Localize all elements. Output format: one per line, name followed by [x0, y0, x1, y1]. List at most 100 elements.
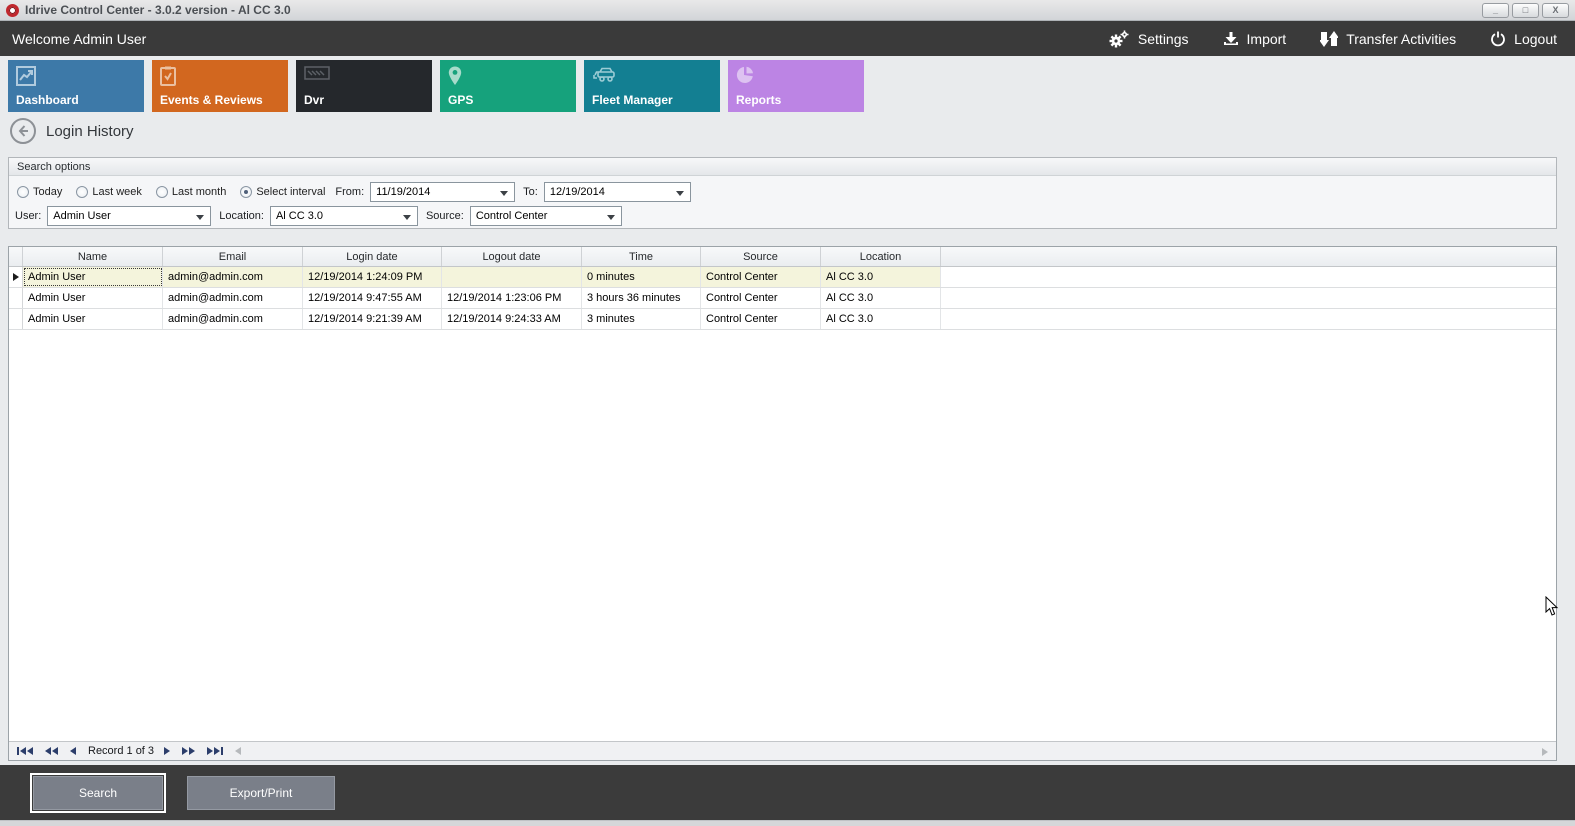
search-options-panel: Search options Today Last week Last mont… — [8, 157, 1557, 229]
first-record-button[interactable] — [17, 747, 33, 755]
app-logo-icon — [6, 4, 19, 17]
transfer-activities-button[interactable]: Transfer Activities — [1320, 30, 1456, 48]
table-row[interactable]: Admin User admin@admin.com 12/19/2014 1:… — [9, 267, 1556, 288]
tile-fleet-manager[interactable]: Fleet Manager — [584, 60, 720, 112]
cell-login-date[interactable]: 12/19/2014 9:21:39 AM — [303, 309, 442, 329]
record-navigator: Record 1 of 3 — [9, 741, 1556, 760]
next-page-button[interactable] — [182, 747, 195, 755]
user-value: Admin User — [53, 210, 110, 222]
close-button[interactable]: X — [1542, 3, 1569, 18]
radio-last-month-label: Last month — [172, 186, 226, 198]
search-button[interactable]: Search — [33, 776, 163, 810]
cell-login-date[interactable]: 12/19/2014 1:24:09 PM — [303, 267, 442, 287]
radio-today[interactable]: Today — [17, 186, 62, 198]
last-record-button[interactable] — [207, 747, 223, 755]
settings-button[interactable]: Settings — [1108, 30, 1189, 48]
tile-dashboard[interactable]: Dashboard — [8, 60, 144, 112]
hscroll-left-arrow[interactable] — [235, 747, 241, 755]
chevron-down-icon — [500, 191, 508, 196]
cell-email[interactable]: admin@admin.com — [163, 267, 303, 287]
cell-logout-date[interactable]: 12/19/2014 1:23:06 PM — [442, 288, 582, 308]
from-date-value: 11/19/2014 — [376, 186, 430, 198]
power-icon — [1490, 31, 1506, 47]
radio-today-icon — [17, 186, 29, 198]
from-label: From: — [335, 186, 364, 198]
grid-header-location[interactable]: Location — [821, 247, 941, 266]
cell-name[interactable]: Admin User — [23, 309, 163, 329]
chevron-down-icon — [607, 215, 615, 220]
tile-dvr[interactable]: Dvr — [296, 60, 432, 112]
cell-source[interactable]: Control Center — [701, 267, 821, 287]
grid-header-row: Name Email Login date Logout date Time S… — [9, 247, 1556, 267]
minimize-button[interactable]: _ — [1482, 3, 1509, 18]
search-options-header: Search options — [9, 158, 1556, 176]
cell-location[interactable]: Al CC 3.0 — [821, 267, 941, 287]
transfer-activities-label: Transfer Activities — [1346, 31, 1456, 47]
prev-page-button[interactable] — [45, 747, 58, 755]
record-counter: Record 1 of 3 — [88, 745, 154, 757]
cell-login-date[interactable]: 12/19/2014 9:47:55 AM — [303, 288, 442, 308]
from-date-picker[interactable]: 11/19/2014 — [370, 182, 515, 202]
back-button[interactable] — [10, 118, 36, 144]
location-value: Al CC 3.0 — [276, 210, 323, 222]
next-record-button[interactable] — [164, 747, 170, 755]
chart-line-icon — [16, 66, 36, 89]
radio-last-week[interactable]: Last week — [76, 186, 142, 198]
location-dropdown[interactable]: Al CC 3.0 — [270, 206, 418, 226]
radio-last-month[interactable]: Last month — [156, 186, 226, 198]
hscroll-right-arrow[interactable] — [1542, 747, 1548, 759]
tile-reports[interactable]: Reports — [728, 60, 864, 112]
import-label: Import — [1247, 31, 1287, 47]
cell-source[interactable]: Control Center — [701, 309, 821, 329]
grid-header-logout-date[interactable]: Logout date — [442, 247, 582, 266]
grid-header-name[interactable]: Name — [23, 247, 163, 266]
mouse-cursor — [1545, 596, 1559, 620]
cell-email[interactable]: admin@admin.com — [163, 309, 303, 329]
tile-reports-label: Reports — [736, 93, 781, 107]
user-dropdown[interactable]: Admin User — [47, 206, 211, 226]
cell-time[interactable]: 3 minutes — [582, 309, 701, 329]
page-title: Login History — [46, 123, 134, 140]
tile-dashboard-label: Dashboard — [16, 93, 79, 107]
cell-time[interactable]: 0 minutes — [582, 267, 701, 287]
map-pin-icon — [448, 66, 462, 89]
source-dropdown[interactable]: Control Center — [470, 206, 622, 226]
table-row[interactable]: Admin User admin@admin.com 12/19/2014 9:… — [9, 288, 1556, 309]
table-row[interactable]: Admin User admin@admin.com 12/19/2014 9:… — [9, 309, 1556, 330]
grid-header-filler — [941, 247, 1556, 266]
to-date-picker[interactable]: 12/19/2014 — [544, 182, 691, 202]
grid-header-source[interactable]: Source — [701, 247, 821, 266]
logout-button[interactable]: Logout — [1490, 31, 1557, 47]
cell-source[interactable]: Control Center — [701, 288, 821, 308]
chevron-down-icon — [196, 215, 204, 220]
cell-email[interactable]: admin@admin.com — [163, 288, 303, 308]
cell-location[interactable]: Al CC 3.0 — [821, 288, 941, 308]
grid-header-login-date[interactable]: Login date — [303, 247, 442, 266]
bottom-action-bar: Search Export/Print — [0, 765, 1575, 820]
tile-dvr-label-events: Events & Reviews — [160, 93, 263, 107]
import-button[interactable]: Import — [1223, 31, 1287, 47]
back-arrow-icon — [16, 124, 30, 138]
title-bar: Idrive Control Center - 3.0.2 version - … — [0, 0, 1575, 21]
maximize-button[interactable]: □ — [1512, 3, 1539, 18]
cell-time[interactable]: 3 hours 36 minutes — [582, 288, 701, 308]
cell-logout-date[interactable] — [442, 267, 582, 287]
cell-name[interactable]: Admin User — [23, 288, 163, 308]
cell-logout-date[interactable]: 12/19/2014 9:24:33 AM — [442, 309, 582, 329]
row-selector-cell — [9, 267, 23, 287]
download-icon — [1223, 31, 1239, 47]
cell-name[interactable]: Admin User — [23, 267, 163, 287]
tile-gps[interactable]: GPS — [440, 60, 576, 112]
row-selector-cell — [9, 309, 23, 329]
prev-record-button[interactable] — [70, 747, 76, 755]
tile-fleet-manager-label: Fleet Manager — [592, 93, 673, 107]
tile-events-reviews[interactable]: Events & Reviews — [152, 60, 288, 112]
interval-radio-group: Today Last week Last month Select interv… — [17, 186, 325, 198]
grid-header-time[interactable]: Time — [582, 247, 701, 266]
export-print-button[interactable]: Export/Print — [187, 776, 335, 810]
radio-last-week-icon — [76, 186, 88, 198]
radio-select-interval[interactable]: Select interval — [240, 186, 325, 198]
cell-location[interactable]: Al CC 3.0 — [821, 309, 941, 329]
grid-header-email[interactable]: Email — [163, 247, 303, 266]
tile-dvr-label: Dvr — [304, 93, 324, 107]
